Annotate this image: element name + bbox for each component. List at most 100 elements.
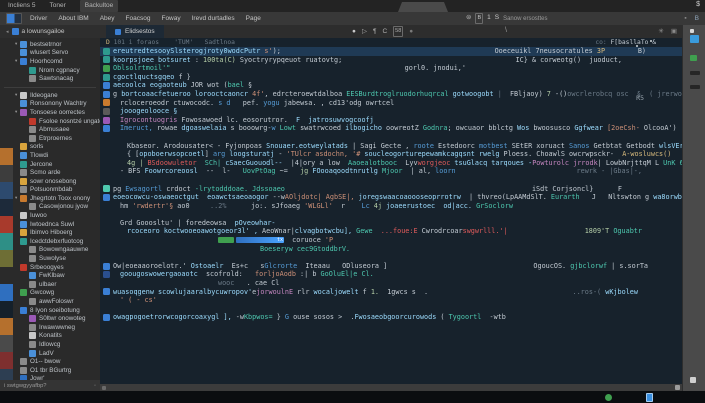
code-editor[interactable]: D 101 i foraos 'TUM' Sadtlnoa co: F[basll…	[100, 38, 682, 384]
gutter-marker-icon[interactable]	[103, 107, 110, 115]
code-line[interactable]: { [opoboerwsopcoetl] arg loogsturatj - '…	[100, 150, 682, 159]
tree-item[interactable]: ▾ Jhegrtotn Toox onony	[0, 194, 100, 203]
menu-item[interactable]: Abey	[100, 15, 115, 22]
gutter-marker-icon[interactable]	[103, 288, 110, 296]
gutter-marker-icon[interactable]	[103, 47, 110, 55]
tree-item[interactable]: Tlowdi	[0, 151, 100, 160]
code-line[interactable]: g bortcoaacfetueroo lorooctcaoncr 4f', e…	[100, 90, 682, 99]
code-line[interactable]: rcoceoro koctwooeoawotgoeor3l' , AeoWnar…	[100, 227, 682, 236]
titlebar-item[interactable]: Backultoe	[79, 0, 119, 12]
tree-item[interactable]: Abrnusaee	[0, 125, 100, 134]
tree-item[interactable]: ▾ Tonsoese oorrectes	[0, 108, 100, 117]
code-line[interactable]	[100, 305, 682, 314]
tree-item[interactable]: awwFoloswr	[0, 297, 100, 306]
tree-item[interactable]: Sawtsnacag	[0, 74, 100, 83]
tab-elements[interactable]: Elidsestos	[106, 25, 164, 38]
bold-icon[interactable]: B	[475, 13, 484, 24]
menu-item[interactable]: Irevd durtadles	[192, 15, 235, 22]
menu-item[interactable]: Foway	[161, 15, 180, 22]
tree-item[interactable]: ▾ bestsetrnor	[0, 40, 100, 49]
style-icon[interactable]: S	[495, 13, 499, 24]
code-line[interactable]: hm 'rwdertr'§ ao0 ..2% jo:. sJfoaeg 'WLG…	[100, 202, 682, 211]
tree-item[interactable]: O1 tbr BGurtrg	[0, 366, 100, 375]
code-line[interactable]: aecoolca eogaoteub JOR wot (bael §	[100, 81, 682, 90]
taskbar-app-icon[interactable]	[646, 392, 653, 402]
window-controls-icon[interactable]: $	[696, 1, 700, 8]
code-line[interactable]: wuasoqgenw scowlujaaralbycuwropov' e jorwo…	[100, 288, 682, 297]
menu-item[interactable]: About IBM	[58, 15, 88, 22]
tree-item[interactable]: Srbeoogyes	[0, 263, 100, 272]
sidebar-header[interactable]: ◂ a lowunsgailoe	[0, 25, 106, 38]
gutter-marker-icon[interactable]	[103, 82, 110, 90]
gutter-marker-icon[interactable]	[103, 271, 110, 279]
menu-item[interactable]: Page	[246, 15, 261, 22]
tree-item[interactable]: Ibimvo Hiboerg	[0, 228, 100, 237]
tree-item[interactable]: Jercone	[0, 160, 100, 169]
titlebar-item[interactable]: Toner	[49, 0, 65, 12]
code-line[interactable]: 4g | BSdoowuletor SCh| cSaecGuouodl-- |4…	[100, 159, 682, 168]
run-icon[interactable]: ▷	[362, 27, 367, 36]
code-line[interactable]: koorpsjoee botsuret : 100ta(C) Syoctryry…	[100, 56, 682, 65]
code-line[interactable]: owagpogoetrorwcogorcoaxygl ], -w Kbpwos= …	[100, 313, 682, 322]
tree-item[interactable]: Gwcowg	[0, 289, 100, 298]
tree-item[interactable]: S0ltwr onowoteg	[0, 314, 100, 323]
titlebar-item[interactable]: Incliens 5	[8, 0, 35, 12]
code-line[interactable]: ereutredtesooySlsterogjroty0wodcPutr s')…	[100, 47, 682, 56]
record-icon[interactable]: ●	[352, 27, 356, 36]
tree-item[interactable]: Scmo arde	[0, 168, 100, 177]
code-line[interactable]	[100, 253, 682, 262]
gutter-marker-icon[interactable]	[103, 90, 110, 98]
tree-item[interactable]: Suwolyse	[0, 254, 100, 263]
gutter-marker-icon[interactable]	[103, 314, 110, 322]
target-icon[interactable]: ⊜	[466, 13, 471, 24]
layout-icon[interactable]: ▣	[671, 27, 677, 36]
tree-item[interactable]: Icedctdebxrfuotcog	[0, 237, 100, 246]
code-line[interactable]: Boeseryw cec9GtoddbrV.	[100, 245, 682, 254]
code-line[interactable]: Ow|eoeaaoroelotr.' Ostoaelr Es+c s Glcror…	[100, 262, 682, 271]
tree-item[interactable]: Ronsonony Wachtry	[0, 100, 100, 109]
tree-item[interactable]: Potsuonmbdab	[0, 186, 100, 195]
gutter-marker-icon[interactable]	[103, 56, 110, 64]
paragraph-icon[interactable]: ¶	[373, 27, 377, 36]
badge-icon[interactable]: B	[695, 14, 699, 23]
code-line[interactable]: eoeocowcu-oswaeoctgut eoawctsaeoaogor --…	[100, 193, 682, 202]
counter-icon[interactable]: 1	[487, 13, 491, 24]
gutter-marker-icon[interactable]	[103, 64, 110, 72]
info-icon[interactable]: ◦	[94, 383, 96, 389]
code-line[interactable]: Kbaseor. Arodousater< - Fyjonpoas Snouae…	[100, 142, 682, 151]
zoom-level[interactable]: 58	[393, 26, 404, 37]
gutter-marker-icon[interactable]	[103, 193, 110, 201]
tree-item[interactable]: Iuwoo	[0, 211, 100, 220]
tree-item[interactable]: Irwawwwneg	[0, 323, 100, 332]
menu-item[interactable]: Driver	[30, 15, 47, 22]
tree-item[interactable]: Iwtoednca Suwl	[0, 220, 100, 229]
tree-item[interactable]: Nrom cgpnacy	[0, 66, 100, 75]
code-line[interactable]: pg Ewsagortl crdoct -lrytodddoae. Jdssoa…	[100, 185, 682, 194]
scroll-thumb[interactable]	[675, 385, 680, 390]
code-line[interactable]: tx coruoce 'P	[100, 236, 682, 245]
scroll-left-icon[interactable]	[102, 385, 106, 390]
tree-item[interactable]: ▾ Hoorhcomd	[0, 57, 100, 66]
tree-item[interactable]: sowr onosebong	[0, 177, 100, 186]
tree-item[interactable]: O1-- bwow	[0, 357, 100, 366]
gutter-marker-icon[interactable]	[103, 73, 110, 81]
status-dot-icon[interactable]: ●	[409, 27, 413, 36]
collapse-chevron-icon[interactable]: ◂	[6, 29, 9, 35]
tree-item[interactable]: ▾ Ildeogane	[0, 91, 100, 100]
tree-item[interactable]: Etrproernes	[0, 134, 100, 143]
code-line[interactable]: wooc . cae Cl	[100, 279, 682, 288]
menu-item[interactable]: Foacsog	[126, 15, 151, 22]
code-line[interactable]	[100, 133, 682, 142]
tree-item[interactable]: FwKlbaw	[0, 271, 100, 280]
gutter-marker-icon[interactable]	[103, 99, 110, 107]
code-line[interactable]: Igrocontuogris Fowosawoed lc. eosorutror…	[100, 116, 682, 125]
gutter-marker-icon[interactable]	[103, 185, 110, 193]
code-line[interactable]: ' ( - cs'	[100, 296, 682, 305]
tree-item[interactable]: ulbaer	[0, 280, 100, 289]
vertical-scrollbar[interactable]	[682, 25, 705, 391]
code-line[interactable]: cgoctlquctsgqeo f }	[100, 73, 682, 82]
tree-item[interactable]: Idlowcg	[0, 340, 100, 349]
panel-icon[interactable]: ▪	[684, 14, 686, 23]
tree-item[interactable]: wlusert Servo	[0, 49, 100, 58]
gutter-marker-icon[interactable]	[103, 125, 110, 133]
